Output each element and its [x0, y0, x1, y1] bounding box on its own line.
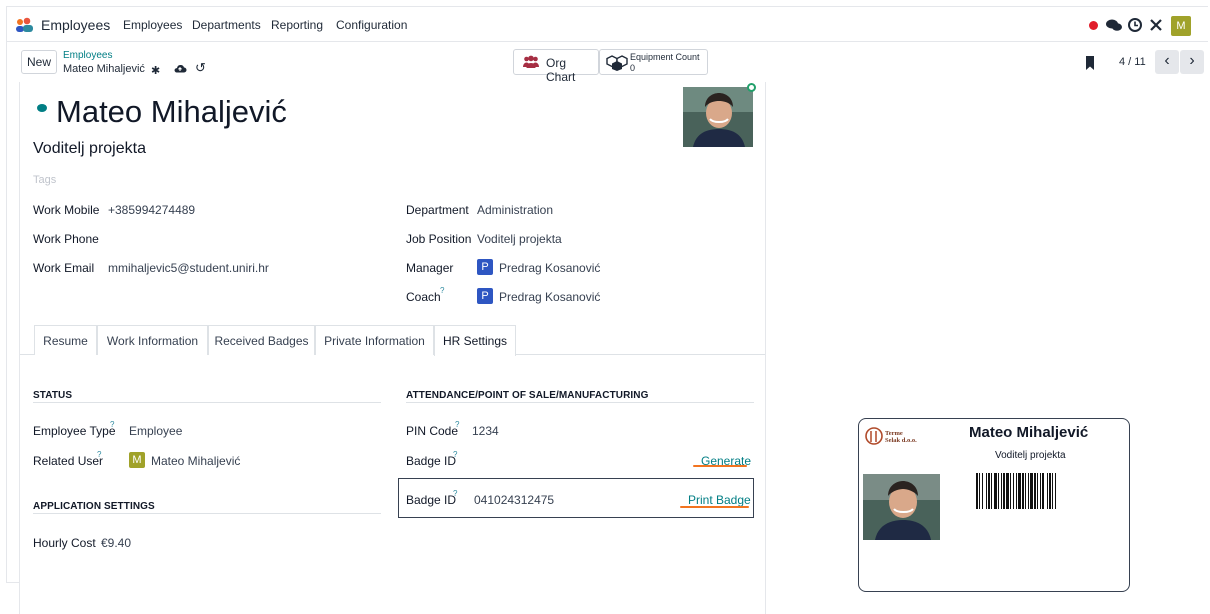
- user-avatar[interactable]: M: [1171, 16, 1191, 36]
- coach-help-icon[interactable]: ?: [440, 286, 444, 295]
- people-icon: [522, 55, 540, 72]
- badge-id-label-2: Badge ID: [406, 493, 457, 507]
- equipment-icon: [606, 54, 628, 75]
- coach-label: Coach: [406, 290, 441, 304]
- related-user-label: Related User: [33, 454, 104, 468]
- org-chart-button[interactable]: Org Chart: [513, 49, 599, 84]
- employee-type-label: Employee Type: [33, 424, 116, 438]
- record-dot-icon[interactable]: [1089, 21, 1098, 30]
- badge-id-label: Badge ID: [406, 454, 457, 468]
- svg-text:Selak d.o.o.: Selak d.o.o.: [885, 437, 917, 444]
- manager-avatar: P: [477, 259, 493, 275]
- new-button[interactable]: New: [21, 50, 57, 74]
- app-name[interactable]: Employees: [41, 17, 110, 33]
- left-rail-border: [6, 82, 7, 582]
- job-position-value[interactable]: Voditelj projekta: [477, 232, 562, 246]
- company-logo: Terme Selak d.o.o.: [865, 425, 943, 447]
- breadcrumb-parent[interactable]: Employees: [63, 50, 112, 61]
- work-phone-value[interactable]: [108, 232, 368, 246]
- tab-work-information[interactable]: Work Information: [97, 325, 208, 355]
- badge-help-icon-2[interactable]: ?: [453, 489, 457, 498]
- manager-value[interactable]: Predrag Kosanović: [499, 261, 600, 275]
- employee-type-value[interactable]: Employee: [129, 424, 182, 438]
- equipment-button[interactable]: Equipment Count 0: [599, 49, 708, 75]
- tab-hr-settings[interactable]: HR Settings: [434, 325, 516, 356]
- job-title[interactable]: Voditelj projekta: [33, 140, 146, 158]
- presence-icon: [37, 104, 47, 112]
- related-user-avatar: M: [129, 452, 145, 468]
- status-divider: [33, 402, 381, 403]
- tab-received-badges[interactable]: Received Badges: [208, 325, 315, 355]
- app-icon[interactable]: [15, 17, 35, 33]
- application-settings-title: APPLICATION SETTINGS: [33, 501, 155, 512]
- control-panel: New Employees Mateo Mihaljević ✱ ↺ Org C…: [6, 42, 1208, 84]
- equipment-count: 0: [630, 63, 636, 73]
- gear-icon[interactable]: ✱: [151, 64, 160, 77]
- org-chart-label: Org Chart: [546, 56, 576, 84]
- app-settings-divider: [33, 513, 381, 514]
- employee-photo[interactable]: [683, 87, 753, 147]
- barcode: [976, 473, 1088, 509]
- menu-configuration[interactable]: Configuration: [336, 18, 407, 32]
- equipment-label: Equipment Count: [630, 52, 700, 62]
- attendance-divider: [406, 402, 754, 403]
- related-user-value[interactable]: Mateo Mihaljević: [151, 454, 240, 468]
- work-phone-label: Work Phone: [33, 232, 99, 246]
- hourly-cost-value[interactable]: €9.40: [101, 536, 131, 550]
- badge-card-name: Mateo Mihaljević: [969, 424, 1089, 441]
- attendance-section-title: ATTENDANCE/POINT OF SALE/MANUFACTURING: [406, 390, 649, 401]
- work-email-value[interactable]: mmihaljevic5@student.uniri.hr: [108, 261, 269, 275]
- breadcrumb-current: Mateo Mihaljević: [63, 63, 145, 75]
- department-label: Department: [406, 203, 469, 217]
- coach-value[interactable]: Predrag Kosanović: [499, 290, 600, 304]
- menu-departments[interactable]: Departments: [192, 18, 261, 32]
- status-section-title: STATUS: [33, 390, 73, 401]
- top-navbar: Employees Employees Departments Reportin…: [6, 6, 1208, 42]
- badge-id-value[interactable]: 041024312475: [474, 493, 554, 507]
- badge-card-title: Voditelj projekta: [995, 450, 1066, 461]
- pin-code-label: PIN Code: [406, 424, 459, 438]
- online-status-icon: [747, 83, 756, 92]
- badge-card: Terme Selak d.o.o. Mateo Mihaljević Vodit…: [858, 418, 1130, 592]
- svg-text:Terme: Terme: [885, 430, 903, 437]
- generate-underline: [693, 465, 747, 467]
- job-position-label: Job Position: [406, 232, 472, 246]
- work-email-label: Work Email: [33, 261, 95, 275]
- bottom-border: [6, 582, 20, 583]
- menu-reporting[interactable]: Reporting: [271, 18, 323, 32]
- menu-employees[interactable]: Employees: [123, 18, 182, 32]
- tags-field[interactable]: Tags: [33, 174, 56, 186]
- manager-label: Manager: [406, 261, 454, 275]
- work-mobile-value[interactable]: +385994274489: [108, 203, 195, 217]
- badge-card-photo: [863, 474, 940, 540]
- pin-help-icon[interactable]: ?: [455, 420, 459, 429]
- tab-resume[interactable]: Resume: [34, 325, 97, 355]
- cloud-upload-icon[interactable]: [173, 62, 187, 77]
- clock-icon[interactable]: [1127, 17, 1143, 36]
- pager-prev-button[interactable]: ‹: [1155, 50, 1179, 74]
- work-mobile-label: Work Mobile: [33, 203, 100, 217]
- pin-code-value[interactable]: 1234: [472, 424, 499, 438]
- print-badge-button[interactable]: Print Badge: [688, 493, 751, 507]
- pager-value[interactable]: 4 / 11: [1119, 56, 1146, 68]
- tab-private-information[interactable]: Private Information: [315, 325, 434, 355]
- print-badge-underline: [680, 506, 749, 508]
- employee-name[interactable]: Mateo Mihaljević: [56, 94, 287, 130]
- department-value[interactable]: Administration: [477, 203, 553, 217]
- coach-avatar: P: [477, 288, 493, 304]
- discard-icon[interactable]: ↺: [195, 60, 206, 76]
- employee-type-help-icon[interactable]: ?: [110, 420, 114, 429]
- related-user-help-icon[interactable]: ?: [97, 450, 101, 459]
- tools-icon[interactable]: [1148, 17, 1164, 36]
- bookmark-icon[interactable]: [1085, 56, 1095, 73]
- hourly-cost-label: Hourly Cost: [33, 536, 96, 550]
- company-logo-icon: TermeSelak d.o.o.: [865, 427, 917, 445]
- badge-help-icon[interactable]: ?: [453, 450, 457, 459]
- chat-icon[interactable]: [1105, 17, 1123, 36]
- pager-next-button[interactable]: ›: [1180, 50, 1204, 74]
